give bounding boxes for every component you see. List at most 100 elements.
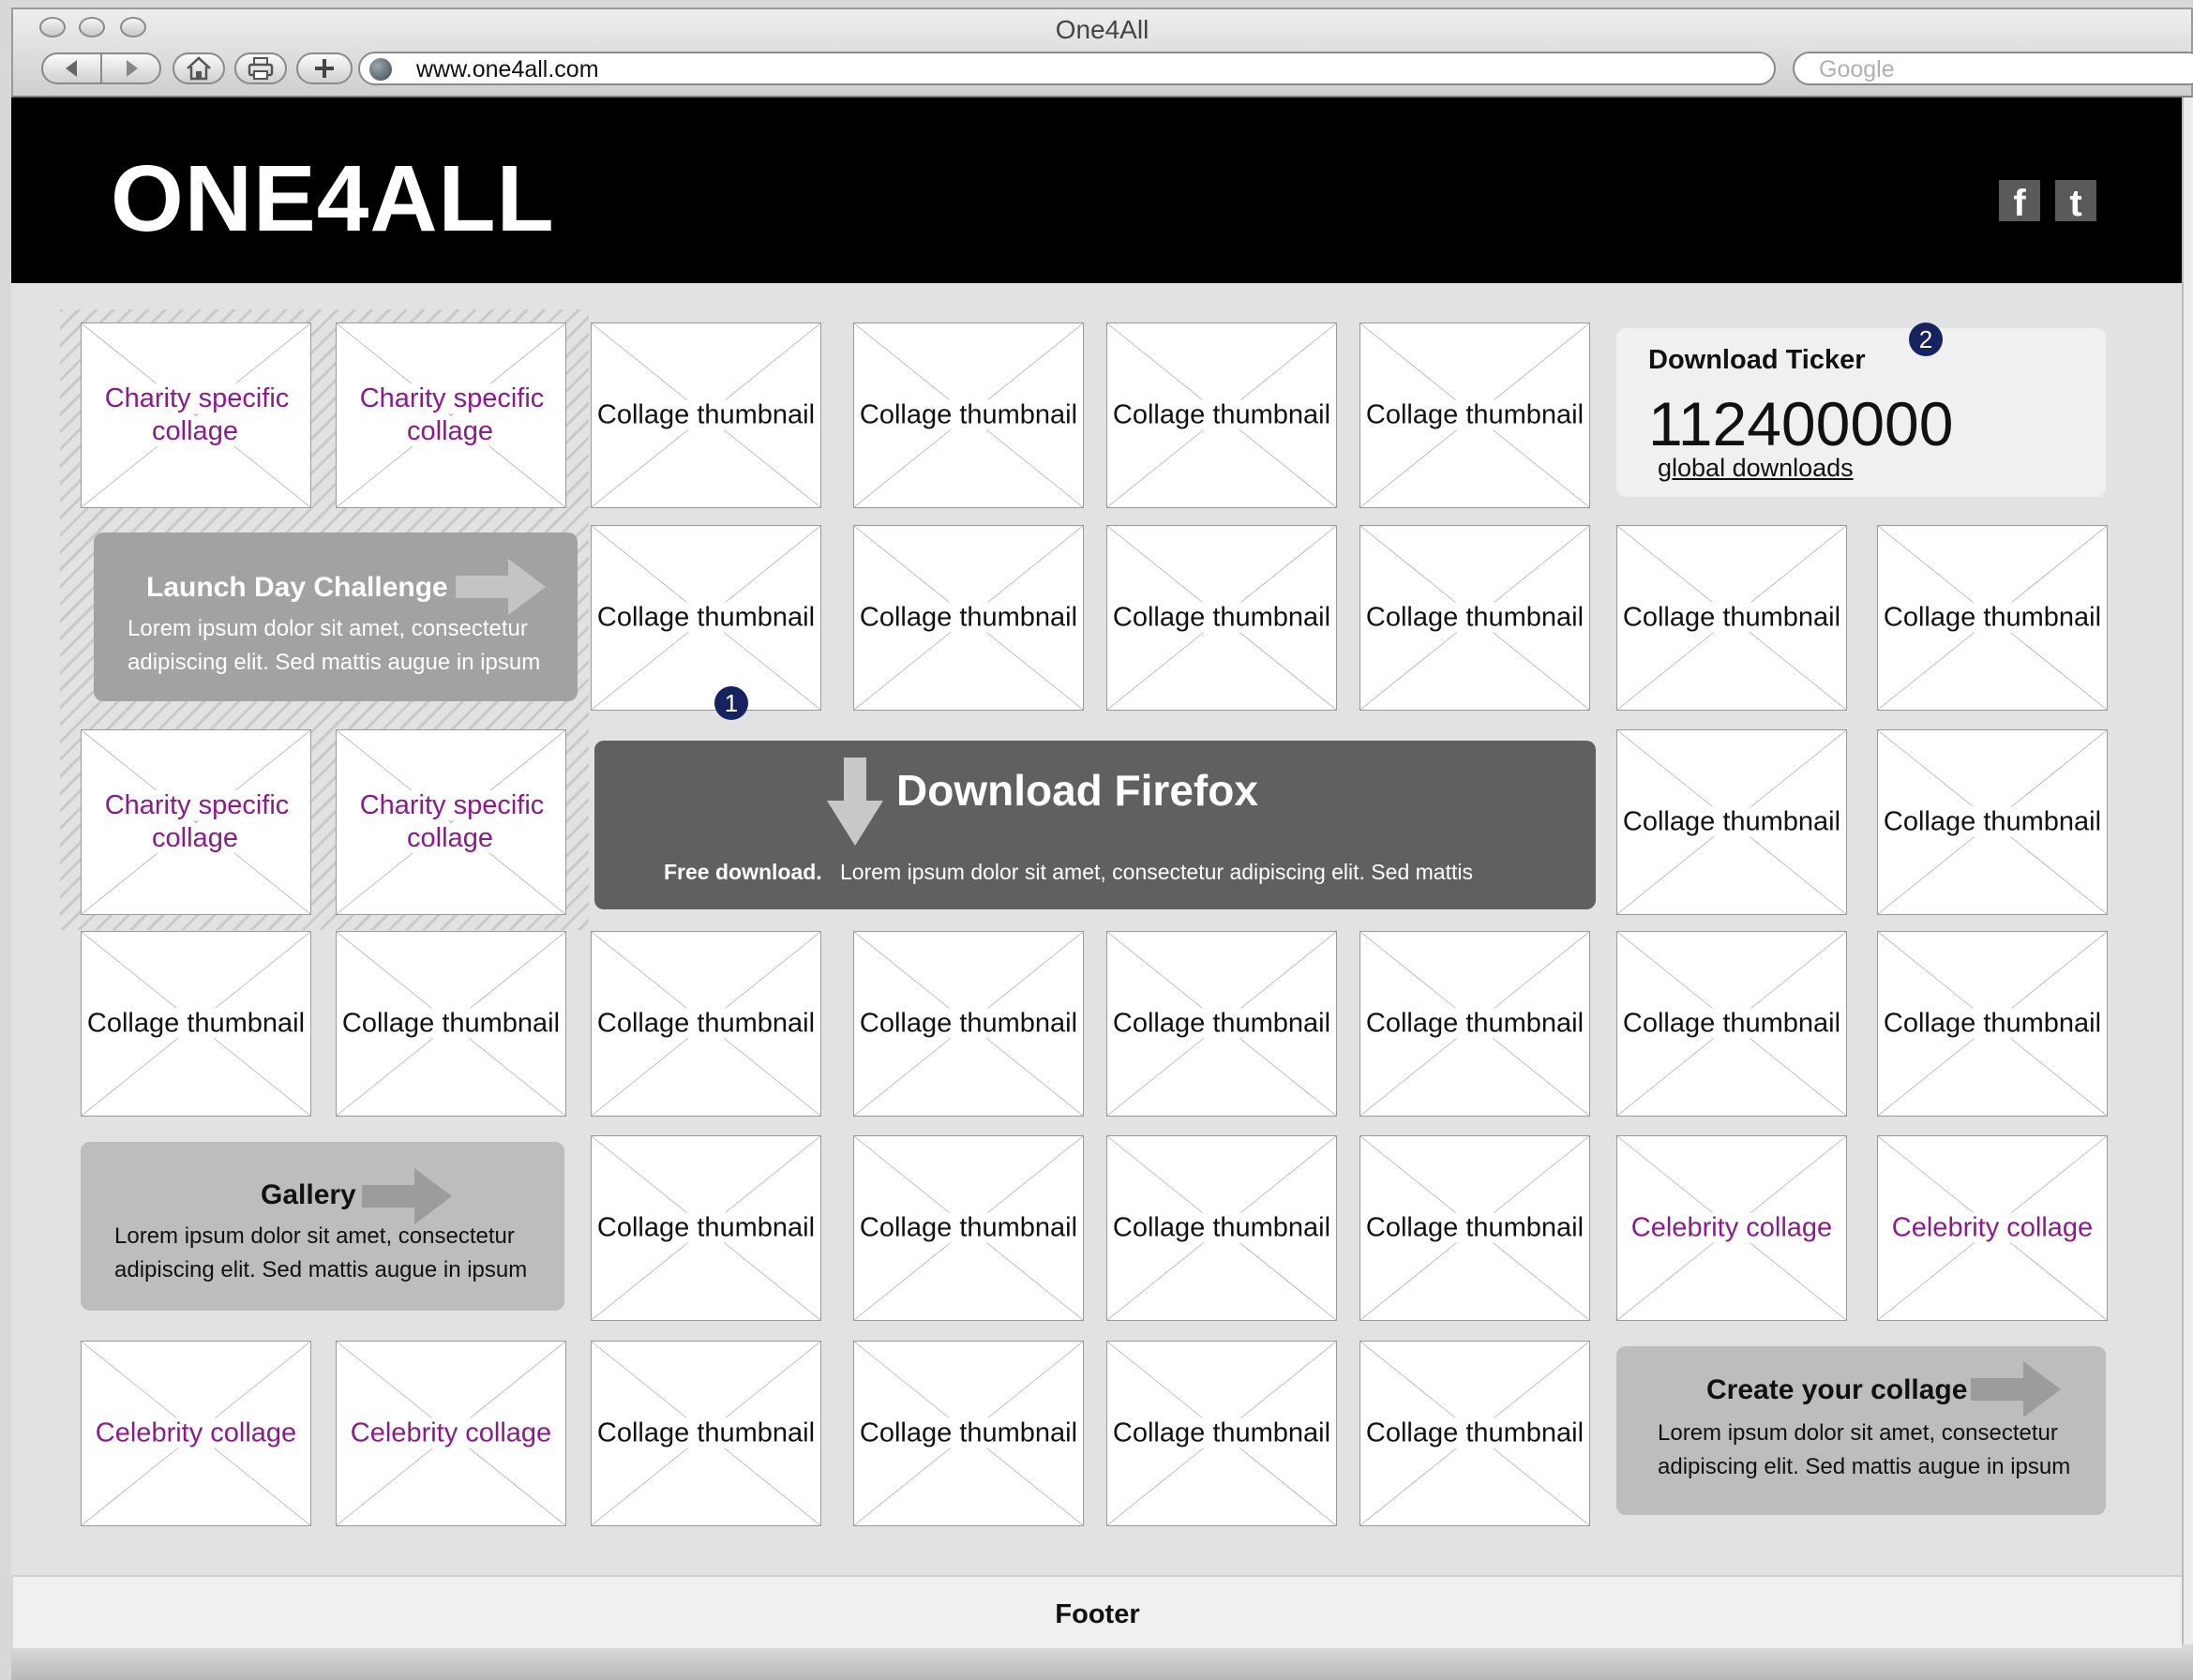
globe-icon: [369, 58, 392, 81]
create-collage-title: Create your collage: [1706, 1374, 1968, 1405]
create-collage-card[interactable]: Create your collage Lorem ipsum dolor si…: [1616, 1346, 2106, 1515]
search-placeholder: Google: [1819, 56, 1895, 82]
print-button[interactable]: [234, 52, 287, 84]
annotation-badge-1: 1: [714, 686, 748, 720]
tile-label: Collage thumbnail: [857, 1008, 1080, 1039]
collage-thumbnail[interactable]: Collage thumbnail: [1359, 931, 1590, 1117]
tile-label: Collage thumbnail: [1110, 399, 1333, 430]
site-logo[interactable]: ONE4ALL: [111, 152, 555, 246]
gallery-card[interactable]: Gallery Lorem ipsum dolor sit amet, cons…: [81, 1142, 564, 1311]
collage-thumbnail[interactable]: Collage thumbnail: [853, 1341, 1084, 1526]
site-header: ONE4ALL f t: [11, 98, 2182, 283]
collage-thumbnail[interactable]: Collage thumbnail: [853, 525, 1084, 711]
tile-label: Collage thumbnail: [1881, 1008, 2104, 1039]
tile-label: Collage thumbnail: [857, 1212, 1080, 1243]
browser-status-bar: [11, 1648, 2193, 1680]
tile-label: Collage thumbnail: [1620, 806, 1843, 837]
footer: Footer: [13, 1575, 2182, 1650]
collage-thumbnail[interactable]: Collage thumbnail: [1877, 525, 2108, 711]
collage-thumbnail[interactable]: Collage thumbnail: [591, 1135, 821, 1321]
arrow-right-icon: [362, 1168, 452, 1224]
collage-thumbnail[interactable]: Collage thumbnail: [591, 1341, 821, 1526]
tile-label: Collage thumbnail: [594, 1008, 818, 1039]
collage-thumbnail[interactable]: Collage thumbnail: [1359, 322, 1590, 508]
tile-label: Collage thumbnail: [594, 399, 818, 430]
launch-day-challenge-card[interactable]: Launch Day Challenge Lorem ipsum dolor s…: [94, 532, 578, 701]
celebrity-collage-tile[interactable]: Celebrity collage: [1877, 1135, 2108, 1321]
collage-thumbnail[interactable]: Collage thumbnail: [1616, 729, 1847, 915]
tile-label: Collage thumbnail: [84, 1008, 308, 1039]
tile-label: Collage thumbnail: [1881, 602, 2104, 633]
scrollbar[interactable]: [2182, 98, 2193, 1644]
tile-label: Collage thumbnail: [1110, 1212, 1333, 1243]
celebrity-collage-tile[interactable]: Celebrity collage: [1616, 1135, 1847, 1321]
collage-thumbnail[interactable]: Collage thumbnail: [591, 525, 821, 711]
collage-thumbnail[interactable]: Collage thumbnail: [81, 931, 311, 1117]
tile-label: Collage thumbnail: [1110, 1008, 1333, 1039]
collage-thumbnail[interactable]: Collage thumbnail: [1877, 931, 2108, 1117]
tile-label: Collage thumbnail: [594, 1418, 818, 1448]
download-firefox-button[interactable]: Download Firefox Free download. Lorem ip…: [594, 741, 1596, 909]
tile-label: Collage thumbnail: [1110, 602, 1333, 633]
twitter-icon[interactable]: t: [2055, 180, 2096, 224]
annotation-badge-2: 2: [1909, 322, 1943, 356]
tile-label: Charity specific collage: [102, 383, 290, 446]
collage-thumbnail[interactable]: Collage thumbnail: [1106, 525, 1337, 711]
search-input[interactable]: Google: [1793, 52, 2193, 85]
tile-label: Celebrity collage: [1629, 1212, 1835, 1243]
back-icon[interactable]: [43, 54, 100, 82]
celebrity-collage-tile[interactable]: Celebrity collage: [81, 1341, 311, 1526]
tile-label: Collage thumbnail: [1363, 1008, 1586, 1039]
launch-day-challenge-title: Launch Day Challenge: [146, 572, 448, 603]
collage-thumbnail[interactable]: Collage thumbnail: [1106, 931, 1337, 1117]
collage-thumbnail[interactable]: Collage thumbnail: [853, 1135, 1084, 1321]
tile-label: Collage thumbnail: [1110, 1418, 1333, 1448]
collage-thumbnail[interactable]: Collage thumbnail: [853, 322, 1084, 508]
download-ticker-title: Download Ticker: [1648, 345, 1866, 375]
collage-thumbnail[interactable]: Collage thumbnail: [1359, 1341, 1590, 1526]
url-bar[interactable]: www.one4all.com: [358, 52, 1776, 85]
tile-label: Collage thumbnail: [1363, 602, 1586, 633]
download-ticker: Download Ticker 112400000 global downloa…: [1616, 328, 2106, 497]
charity-collage-tile[interactable]: Charity specific collage: [336, 729, 566, 915]
collage-thumbnail[interactable]: Collage thumbnail: [1359, 1135, 1590, 1321]
download-arrow-icon: [827, 758, 883, 846]
facebook-icon[interactable]: f: [1999, 180, 2040, 224]
add-bookmark-button[interactable]: [296, 52, 353, 84]
collage-thumbnail[interactable]: Collage thumbnail: [1877, 729, 2108, 915]
launch-day-challenge-line2: adipiscing elit. Sed mattis augue in ips…: [128, 650, 541, 675]
tile-label: Collage thumbnail: [1363, 1418, 1586, 1448]
collage-thumbnail[interactable]: Collage thumbnail: [1616, 525, 1847, 711]
tile-label: Collage thumbnail: [594, 602, 818, 633]
plus-icon: [298, 54, 351, 82]
collage-thumbnail[interactable]: Collage thumbnail: [853, 931, 1084, 1117]
charity-collage-tile[interactable]: Charity specific collage: [81, 322, 311, 508]
tile-label: Celebrity collage: [348, 1418, 554, 1448]
charity-collage-tile[interactable]: Charity specific collage: [81, 729, 311, 915]
collage-thumbnail[interactable]: Collage thumbnail: [1106, 1341, 1337, 1526]
launch-day-challenge-line1: Lorem ipsum dolor sit amet, consectetur: [128, 616, 528, 641]
celebrity-collage-tile[interactable]: Celebrity collage: [336, 1341, 566, 1526]
collage-thumbnail[interactable]: Collage thumbnail: [336, 931, 566, 1117]
create-collage-line1: Lorem ipsum dolor sit amet, consectetur: [1658, 1420, 2058, 1446]
collage-thumbnail[interactable]: Collage thumbnail: [1106, 1135, 1337, 1321]
free-download-label: Free download.: [664, 860, 822, 884]
tile-label: Collage thumbnail: [857, 602, 1080, 633]
tile-label: Collage thumbnail: [594, 1212, 818, 1243]
collage-thumbnail[interactable]: Collage thumbnail: [591, 931, 821, 1117]
charity-collage-tile[interactable]: Charity specific collage: [336, 322, 566, 508]
global-downloads-link[interactable]: global downloads: [1658, 454, 1854, 483]
gallery-line2: adipiscing elit. Sed mattis augue in ips…: [114, 1257, 528, 1282]
gallery-line1: Lorem ipsum dolor sit amet, consectetur: [114, 1223, 515, 1249]
collage-thumbnail[interactable]: Collage thumbnail: [1106, 322, 1337, 508]
tile-label: Collage thumbnail: [339, 1008, 563, 1039]
collage-thumbnail[interactable]: Collage thumbnail: [591, 322, 821, 508]
tile-label: Charity specific collage: [357, 790, 545, 853]
tile-label: Collage thumbnail: [857, 1418, 1080, 1448]
forward-icon[interactable]: [100, 54, 159, 82]
home-button[interactable]: [173, 52, 225, 84]
collage-thumbnail[interactable]: Collage thumbnail: [1616, 931, 1847, 1117]
collage-thumbnail[interactable]: Collage thumbnail: [1359, 525, 1590, 711]
home-icon: [174, 54, 223, 82]
tile-label: Celebrity collage: [1889, 1212, 2095, 1243]
